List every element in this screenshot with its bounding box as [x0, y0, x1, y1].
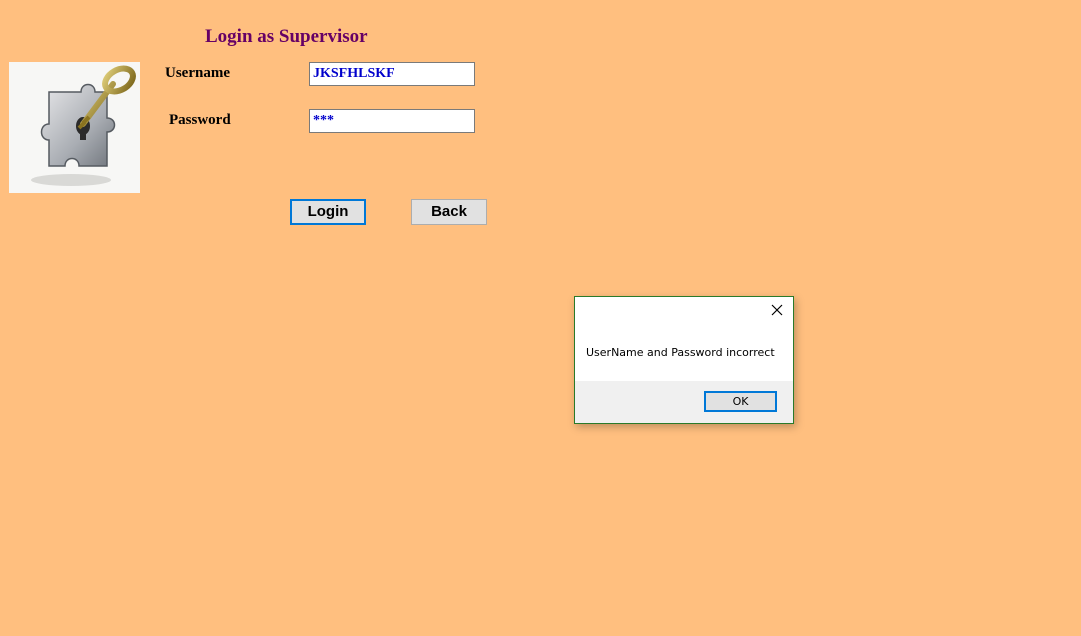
ok-button[interactable]: OK [704, 391, 777, 412]
login-button[interactable]: Login [290, 199, 366, 225]
password-label: Password [169, 112, 231, 128]
username-input[interactable]: JKSFHLSKF [309, 62, 475, 86]
dialog-footer: OK [575, 381, 793, 423]
back-button[interactable]: Back [411, 199, 487, 225]
close-icon[interactable] [769, 302, 785, 318]
dialog-message: UserName and Password incorrect [586, 346, 775, 359]
login-page: Login as Supervisor Username JKSFHLSKF P… [0, 0, 1081, 636]
key-in-puzzle-icon [9, 62, 140, 193]
username-label: Username [165, 65, 230, 81]
page-title: Login as Supervisor [205, 26, 368, 47]
password-input[interactable]: *** [309, 109, 475, 133]
error-dialog: UserName and Password incorrect OK [574, 296, 794, 424]
